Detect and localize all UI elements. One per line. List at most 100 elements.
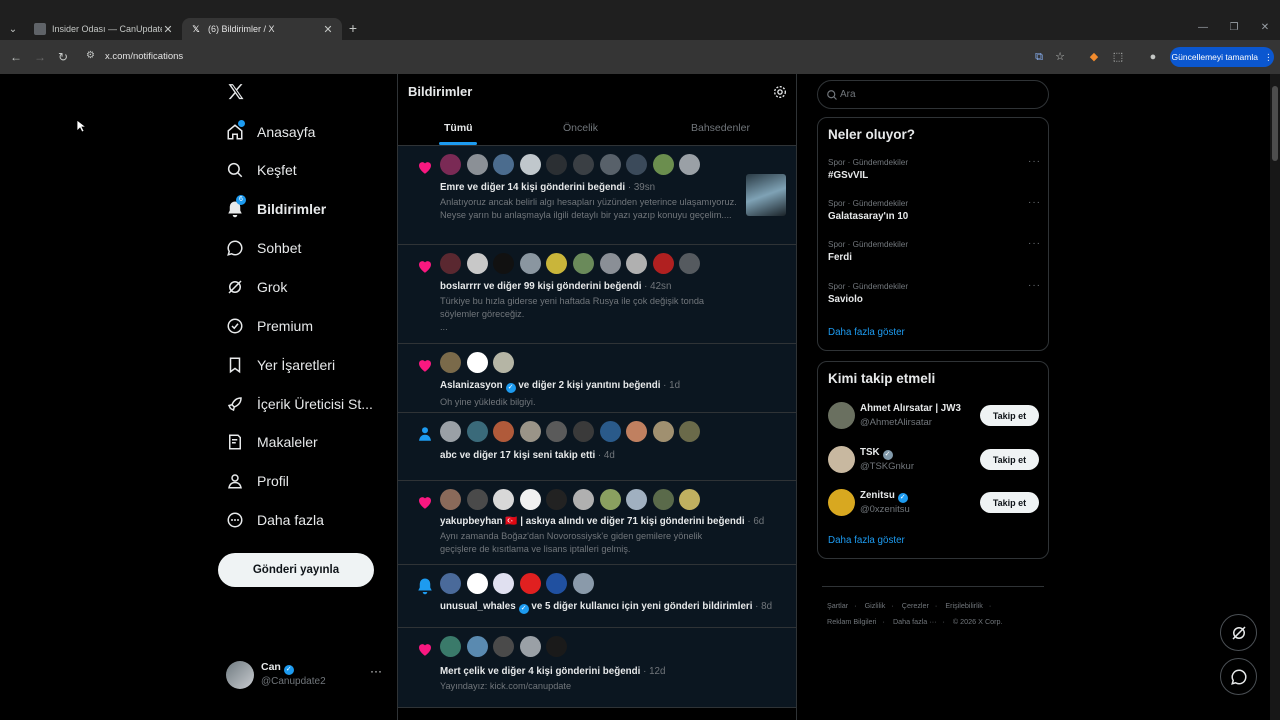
avatar[interactable] [440,154,461,175]
avatar[interactable] [440,253,461,274]
avatar[interactable] [572,489,594,510]
footer-link[interactable]: Reklam Bilgileri [827,617,877,626]
avatar[interactable] [572,573,594,594]
avatar[interactable] [493,573,515,594]
follow-suggestion[interactable]: TSK ✓ @TSKGnkur Takip et [828,445,1040,475]
avatar[interactable] [679,154,701,175]
avatar[interactable] [546,489,568,510]
messages-fab-button[interactable] [1220,658,1257,695]
avatar[interactable] [572,253,594,274]
avatar[interactable] [493,636,515,657]
window-close-icon[interactable]: ✕ [1258,22,1272,33]
nav-profile[interactable]: Profil [226,469,289,493]
avatar[interactable] [626,489,648,510]
avatar[interactable] [679,489,701,510]
more-dots-icon[interactable]: ··· [1028,156,1041,167]
follow-suggestion[interactable]: Zenitsu ✓ @0xzenitsu Takip et [828,488,1040,518]
account-switcher[interactable]: Can ✓ @Canupdate2 ··· [226,660,388,690]
trend-item[interactable]: Spor · Gündemdekiler Galatasaray'ın 10 ·… [828,197,1043,222]
avatar[interactable] [652,253,674,274]
avatar[interactable] [466,636,488,657]
footer-link[interactable]: Çerezler [902,601,929,610]
avatar[interactable] [572,421,594,442]
bookmark-star-icon[interactable]: ☆ [1053,50,1067,64]
avatar[interactable] [679,253,701,274]
close-tab-icon[interactable]: ✕ [162,23,174,36]
post-thumbnail[interactable] [746,174,786,216]
avatar[interactable] [652,154,674,175]
search-box[interactable]: Ara [817,80,1049,109]
avatar[interactable] [519,253,541,274]
actor-name[interactable]: yakupbeyhan [440,516,503,527]
avatar[interactable] [466,352,488,373]
back-arrow-icon[interactable]: ← [9,50,23,64]
avatar[interactable] [440,573,461,594]
profile-avatar-icon[interactable]: ● [1146,50,1160,64]
avatar[interactable] [572,154,594,175]
avatar[interactable] [519,489,541,510]
avatar[interactable] [466,489,488,510]
new-tab-button[interactable]: + [346,20,360,36]
footer-link[interactable]: Daha fazla ··· [893,617,937,626]
avatar[interactable] [466,573,488,594]
avatar[interactable] [546,573,568,594]
actor-name[interactable]: Emre [440,182,465,193]
avatar[interactable] [466,154,488,175]
avatar[interactable] [626,154,648,175]
footer-link[interactable]: Erişilebilirlik [945,601,983,610]
restore-icon[interactable]: ❐ [1227,22,1241,33]
avatar[interactable] [440,489,461,510]
nav-articles[interactable]: Makaleler [226,430,318,454]
nav-creator-studio[interactable]: İçerik Üreticisi St... [226,392,373,416]
reload-icon[interactable]: ↻ [56,50,70,64]
avatar[interactable] [493,421,515,442]
avatar[interactable] [626,253,648,274]
avatar[interactable] [519,573,541,594]
avatar[interactable] [519,636,541,657]
forward-arrow-icon[interactable]: → [33,50,47,64]
actor-name[interactable]: Aslanizasyon [440,380,503,391]
post-button[interactable]: Gönderi yayınla [218,553,374,587]
notification-item[interactable]: unusual_whales ✓ ve 5 diğer kullanıcı içi… [398,565,796,628]
x-logo-icon[interactable] [226,82,246,102]
notification-item[interactable]: Mert çelik ve diğer 4 kişi gönderini beğ… [398,628,796,708]
minimize-icon[interactable]: — [1196,22,1210,33]
page-scrollbar[interactable] [1270,74,1280,720]
avatar[interactable] [493,253,515,274]
tab-priority[interactable]: Öncelik [563,122,598,134]
actor-name[interactable]: boslarrrr [440,281,481,292]
close-tab-icon[interactable]: ✕ [322,23,334,36]
more-dots-icon[interactable]: ··· [1028,238,1041,249]
avatar[interactable] [599,421,621,442]
footer-link[interactable]: Şartlar [827,601,848,610]
notification-item[interactable]: Emre ve diğer 14 kişi gönderini beğendi … [398,146,796,245]
avatar[interactable] [652,421,674,442]
follow-suggestion[interactable]: Ahmet Alırsatar | JW3 @AhmetAlirsatar Ta… [828,401,1040,431]
nav-chat[interactable]: Sohbet [226,236,301,260]
follow-show-more-link[interactable]: Daha fazla göster [828,535,905,546]
avatar[interactable] [466,421,488,442]
actor-name[interactable]: Mert çelik [440,666,485,677]
follow-button[interactable]: Takip et [980,492,1039,513]
browser-tab-1[interactable]: Insider Odası — CanUpdate ✕ [26,18,182,40]
notification-item[interactable]: Aslanizasyon ✓ ve diğer 2 kişi yanıtını b… [398,344,796,413]
avatar[interactable] [519,421,541,442]
tab-all[interactable]: Tümü [444,122,473,134]
grok-fab-button[interactable] [1220,614,1257,651]
avatar[interactable] [466,253,488,274]
trend-item[interactable]: Spor · Gündemdekiler #GSvVIL ··· [828,156,1043,181]
more-dots-icon[interactable]: ··· [1028,280,1041,291]
avatar[interactable] [440,421,461,442]
translate-icon[interactable]: ⧉ [1032,50,1046,64]
site-info-icon[interactable]: ⚙ [86,50,98,62]
more-dots-icon[interactable]: ··· [370,664,382,678]
actor-name[interactable]: unusual_whales [440,601,516,612]
avatar[interactable] [599,253,621,274]
avatar[interactable] [599,154,621,175]
avatar[interactable] [546,253,568,274]
scrollbar-thumb[interactable] [1272,86,1278,161]
follow-button[interactable]: Takip et [980,405,1039,426]
extensions-puzzle-icon[interactable]: ⬚ [1111,50,1125,64]
nav-bookmarks[interactable]: Yer İşaretleri [226,353,335,377]
nav-grok[interactable]: Grok [226,275,287,299]
